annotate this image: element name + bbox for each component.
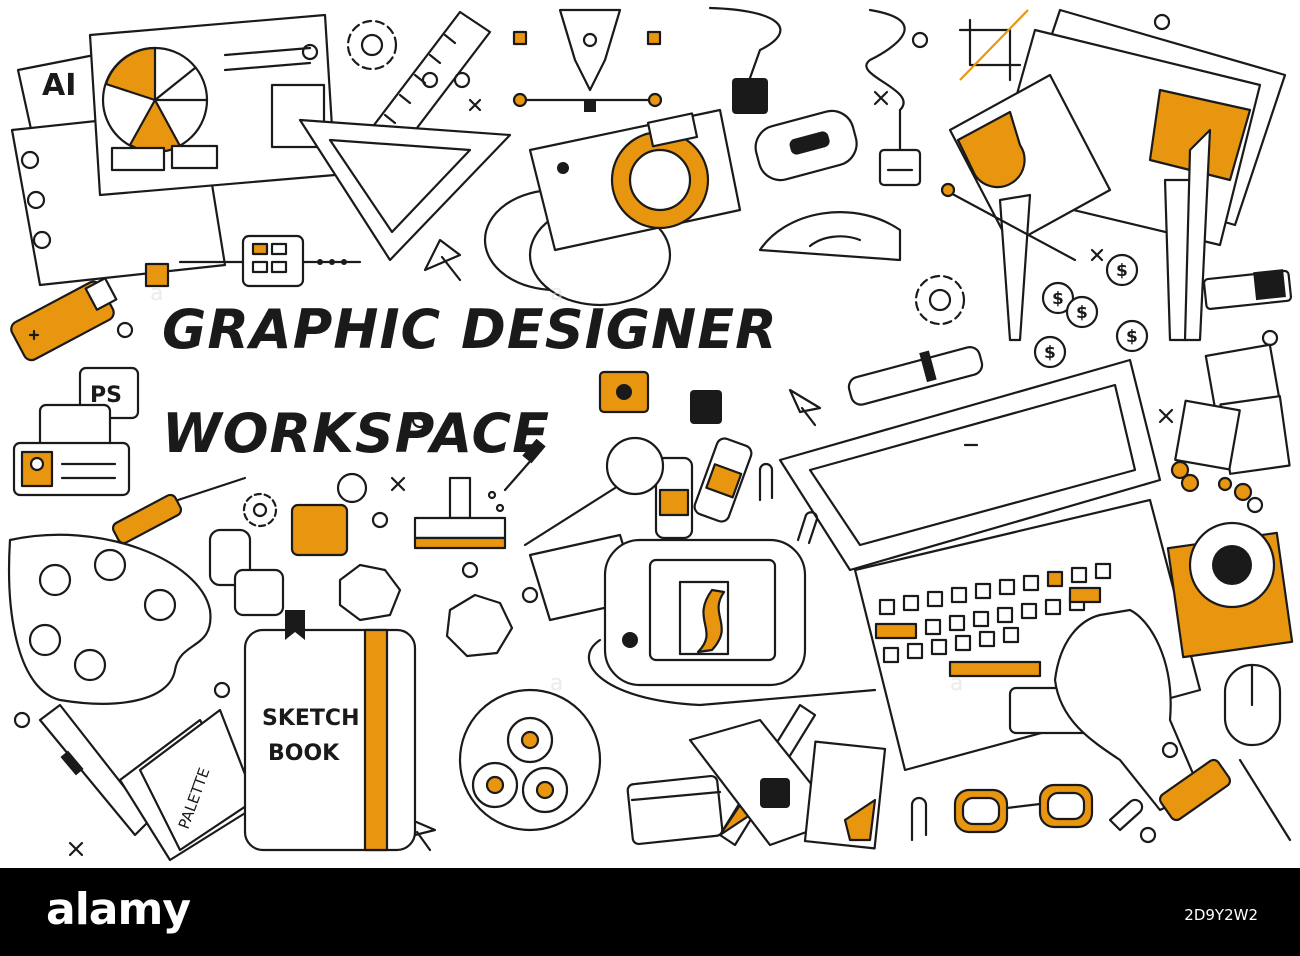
glasses-icon [953,783,1094,834]
ink-bottle-icon [690,390,722,424]
svg-text:$: $ [1076,303,1088,323]
svg-text:a: a [550,281,563,306]
computer-mouse-icon [1223,663,1282,747]
pen-tool-icon [512,8,663,112]
svg-text:$: $ [1126,327,1138,347]
usb-cable-icon [708,6,782,114]
paper-clip-icon [758,462,774,502]
glue-stick-icon [1202,269,1293,311]
paint-palette-icon [7,533,212,705]
sketchbook-icon: SKETCH BOOK [243,610,417,852]
coffee-cup-icon [1166,521,1294,659]
color-swatches-icon: PALETTE [118,708,257,862]
eraser-icon [754,109,858,182]
set-square-icon [298,118,512,262]
crumpled-paper-icon [338,563,402,622]
cursor-arrow-icon [423,238,462,282]
title-line-2: WORKSPACE [162,402,550,465]
svg-text:a: a [550,671,563,696]
svg-text:$: $ [1116,261,1128,281]
graphics-tablet-icon [587,538,877,707]
svg-text:$: $ [1044,343,1056,363]
marker-icon [847,346,984,406]
gear-icon [346,19,398,71]
paper-clip-icon [796,511,819,545]
crop-tool-icon [958,9,1029,82]
svg-text:$: $ [1052,289,1064,309]
svg-text:a: a [950,671,963,696]
svg-text:a: a [150,281,163,306]
paper-clip-icon [910,796,928,842]
sharpener-icon [598,370,650,414]
sticky-notes-icon [1174,343,1291,475]
svg-text:AI: AI [42,68,76,103]
ps-file-icon: PS [38,366,140,451]
pie-chart-document-icon [88,13,337,197]
flower-pot-icon [458,688,602,832]
credit-card-icon [626,774,724,846]
id-card-icon [12,441,131,497]
gear-icon [242,492,278,528]
highlighter-marker-icon [654,437,753,540]
eraser-small-icon [1108,798,1144,832]
stamp-icon [413,476,507,550]
crumpled-paper-icon [445,593,514,658]
protractor-icon [758,211,902,262]
coins-icon: $ $ $ $ $ [1033,253,1149,369]
usb-stick-icon [10,277,118,362]
title-line-1: GRAPHIC DESIGNER [162,298,778,361]
gear-icon [914,274,966,326]
footer-bar: alamy 2D9Y2W2 [0,868,1300,956]
cable-plug-icon [865,8,922,187]
camera-icon [483,108,742,307]
cursor-arrow-icon [788,388,822,427]
svg-text:BOOK: BOOK [268,741,340,766]
alamy-logo[interactable]: alamy [46,884,191,935]
image-id: 2D9Y2W2 [1184,906,1258,924]
svg-text:SKETCH: SKETCH [262,706,360,731]
doodle-illustration: AI $ $ $ $ $ GRAPHIC DESIGNER WORKSPACE … [0,0,1300,868]
